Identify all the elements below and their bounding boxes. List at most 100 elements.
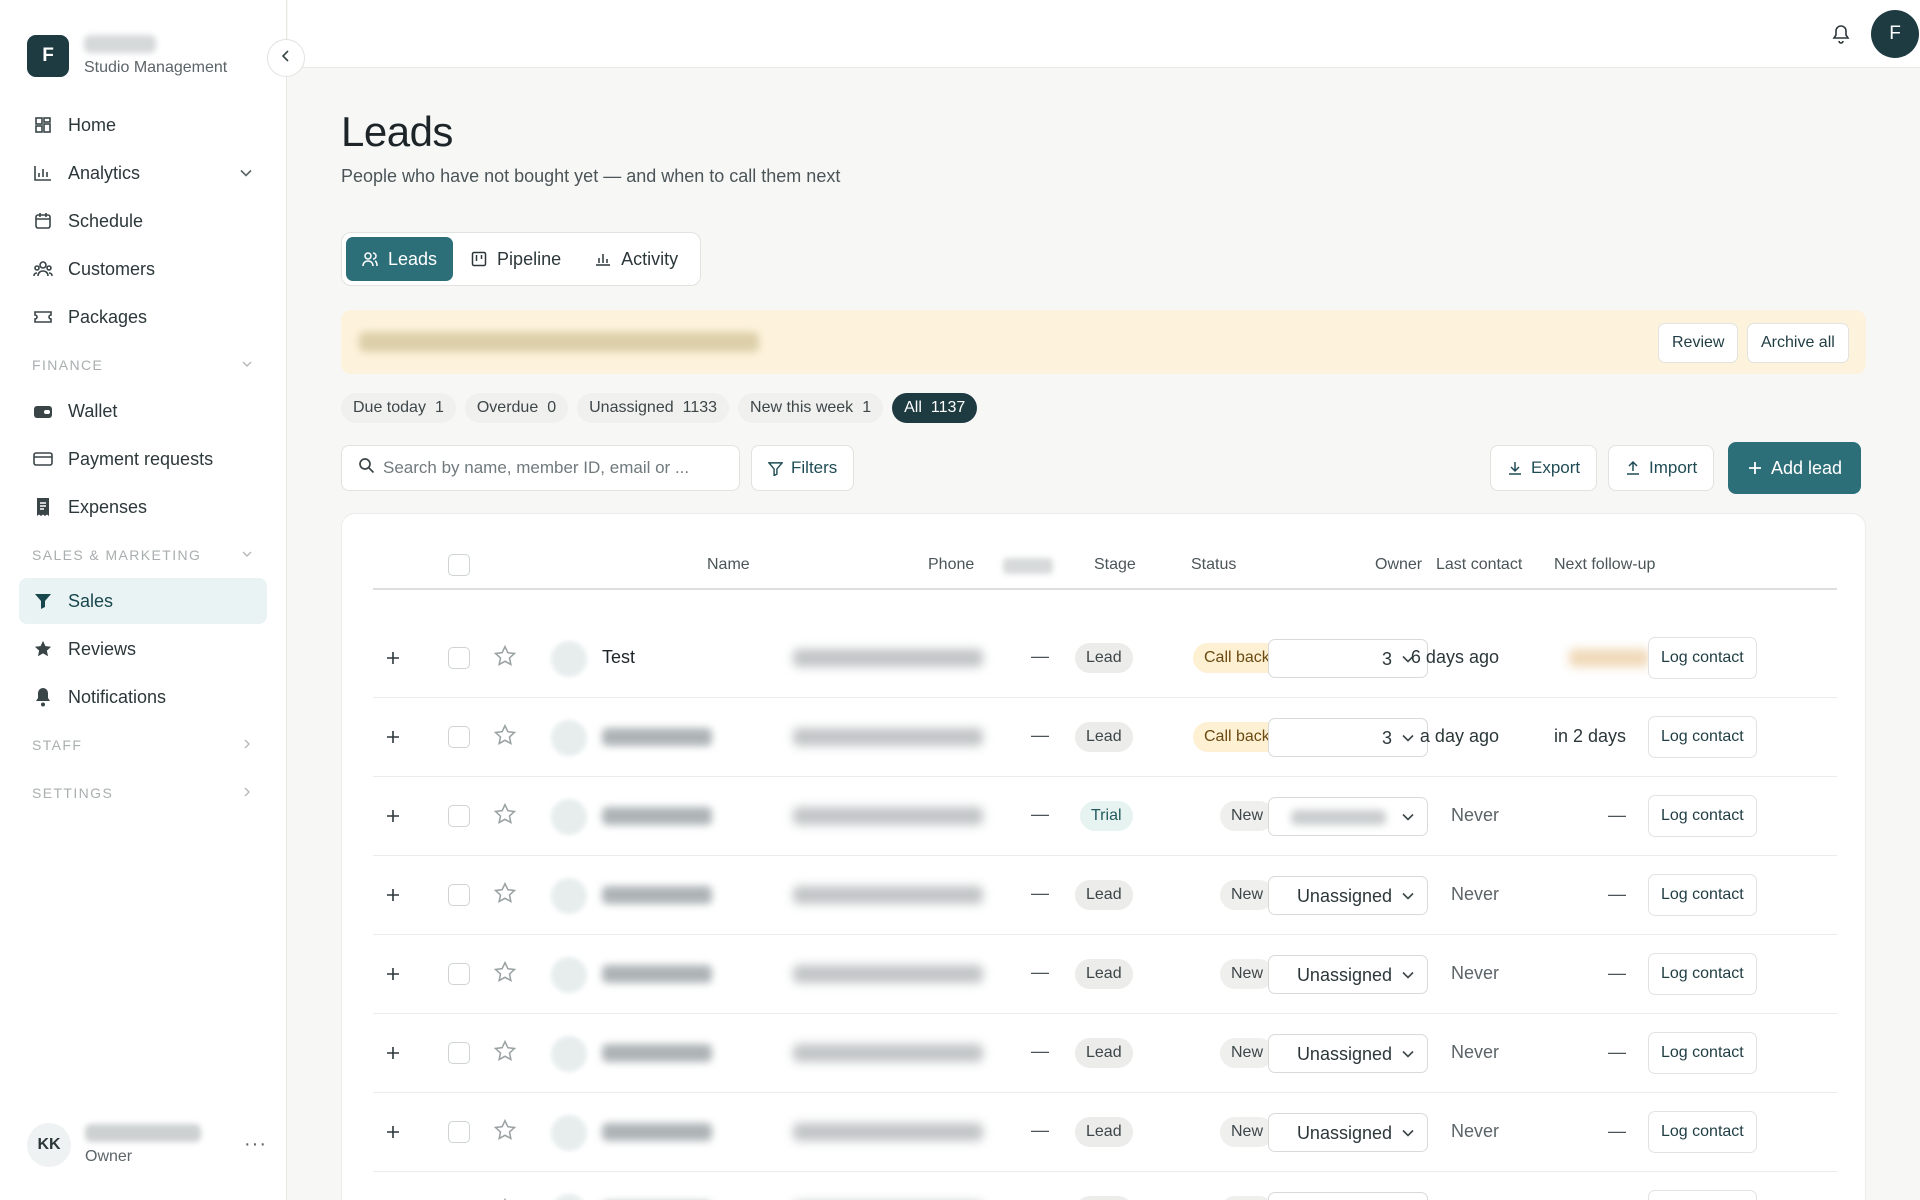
col-phone[interactable]: Phone — [928, 556, 974, 574]
col-status[interactable]: Status — [1191, 556, 1236, 574]
tab-pipeline[interactable]: Pipeline — [455, 237, 577, 281]
star-icon[interactable] — [493, 802, 517, 831]
owner-select[interactable]: Unassigned — [1268, 1192, 1428, 1200]
avatar — [551, 641, 587, 677]
select-all-checkbox[interactable] — [448, 554, 470, 576]
more-icon[interactable]: ··· — [244, 1133, 267, 1156]
account-avatar[interactable]: F — [1871, 10, 1919, 58]
row-checkbox[interactable] — [448, 963, 470, 985]
log-contact-button[interactable]: Log contact — [1648, 795, 1757, 837]
sidebar-item-notifications[interactable]: Notifications — [19, 674, 267, 720]
last-contact: a day ago — [1419, 726, 1499, 746]
lead-name-redacted[interactable] — [602, 1123, 712, 1141]
sidebar-item-reviews[interactable]: Reviews — [19, 626, 267, 672]
avatar — [551, 1036, 587, 1072]
star-icon[interactable] — [493, 960, 517, 989]
last-contact: Never — [1450, 1121, 1499, 1141]
status-badge: New — [1220, 1038, 1275, 1068]
sidebar-item-schedule[interactable]: Schedule — [19, 198, 267, 244]
bell-icon[interactable] — [1832, 24, 1850, 49]
star-icon[interactable] — [493, 881, 517, 910]
table-row[interactable]: —LeadNewUnassignedNever—Log contact — [373, 1172, 1837, 1200]
log-contact-button[interactable]: Log contact — [1648, 1111, 1757, 1153]
sidebar-item-label: Analytics — [68, 162, 141, 183]
row-checkbox[interactable] — [448, 1042, 470, 1064]
sidebar-item-customers[interactable]: Customers — [19, 246, 267, 292]
row-checkbox[interactable] — [448, 1121, 470, 1143]
row-checkbox[interactable] — [448, 726, 470, 748]
expand-icon[interactable] — [385, 646, 401, 672]
chip-due-today[interactable]: Due today 1 — [341, 393, 456, 423]
review-button[interactable]: Review — [1658, 323, 1739, 363]
expand-icon[interactable] — [385, 883, 401, 909]
table-row[interactable]: —LeadNewUnassignedNever—Log contact — [373, 1093, 1837, 1172]
table-row[interactable]: —LeadNewUnassignedNever—Log contact — [373, 856, 1837, 935]
chip-all[interactable]: All 1137 — [892, 393, 978, 423]
chevron-down-icon — [241, 357, 253, 373]
add-lead-button[interactable]: Add lead — [1728, 442, 1862, 494]
brand[interactable]: F Studio Management — [27, 35, 227, 77]
col-stage[interactable]: Stage — [1094, 556, 1136, 574]
chip-overdue[interactable]: Overdue 0 — [464, 393, 569, 423]
last-contact: Never — [1450, 1042, 1499, 1062]
log-contact-button[interactable]: Log contact — [1648, 953, 1757, 995]
log-contact-button[interactable]: Log contact — [1648, 1190, 1757, 1200]
import-button[interactable]: Import — [1608, 445, 1715, 491]
log-contact-button[interactable]: Log contact — [1648, 716, 1757, 758]
row-checkbox[interactable] — [448, 805, 470, 827]
col-last-contact[interactable]: Last contact — [1436, 556, 1522, 574]
expand-icon[interactable] — [385, 804, 401, 830]
col-owner[interactable]: Owner — [1375, 556, 1422, 574]
collapse-sidebar-button[interactable] — [267, 39, 305, 77]
star-icon[interactable] — [493, 1118, 517, 1147]
sidebar-item-expenses[interactable]: Expenses — [19, 484, 267, 530]
table-row[interactable]: Test — Lead Call back 3 6 days ago Log contact — [373, 619, 1837, 698]
row-checkbox[interactable] — [448, 647, 470, 669]
log-contact-button[interactable]: Log contact — [1648, 1032, 1757, 1074]
expand-icon[interactable] — [385, 962, 401, 988]
lead-name-redacted[interactable] — [602, 728, 712, 746]
sidebar-item-payment-requests[interactable]: Payment requests — [19, 436, 267, 482]
chip-new-this-week[interactable]: New this week 1 — [738, 393, 884, 423]
col-next-follow-up[interactable]: Next follow-up — [1554, 556, 1655, 574]
search-input[interactable] — [383, 458, 723, 478]
expand-icon[interactable] — [385, 1120, 401, 1146]
table-row[interactable]: — Lead Call back 3 a day ago in 2 days Log con… — [373, 698, 1837, 777]
chevron-down-icon — [239, 164, 253, 185]
expand-icon[interactable] — [385, 725, 401, 751]
tab-activity[interactable]: Activity — [579, 237, 694, 281]
expand-icon[interactable] — [385, 1041, 401, 1067]
lead-name-redacted[interactable] — [602, 965, 712, 983]
log-contact-button[interactable]: Log contact — [1648, 874, 1757, 916]
filters-button[interactable]: Filters — [751, 445, 855, 491]
sidebar-item-sales[interactable]: Sales — [19, 578, 267, 624]
log-contact-button[interactable]: Log contact — [1648, 637, 1757, 679]
star-icon[interactable] — [493, 644, 517, 673]
sidebar-item-analytics[interactable]: Analytics — [19, 150, 267, 196]
chip-unassigned[interactable]: Unassigned 1133 — [577, 393, 730, 423]
user-profile[interactable]: KK Owner ··· — [27, 1123, 267, 1167]
section-settings[interactable]: SETTINGS — [19, 770, 267, 816]
sidebar-item-wallet[interactable]: Wallet — [19, 388, 267, 434]
star-icon[interactable] — [493, 1039, 517, 1068]
sidebar-item-packages[interactable]: Packages — [19, 294, 267, 340]
table-row[interactable]: — Trial New Never — Log contact — [373, 777, 1837, 856]
table-row[interactable]: —LeadNewUnassignedNever—Log contact — [373, 935, 1837, 1014]
sidebar-item-home[interactable]: Home — [19, 102, 267, 148]
section-sales-marketing[interactable]: SALES & MARKETING — [19, 532, 267, 578]
lead-name-redacted[interactable] — [602, 807, 712, 825]
archive-all-button[interactable]: Archive all — [1747, 323, 1849, 363]
table-row[interactable]: —LeadNewUnassignedNever—Log contact — [373, 1014, 1837, 1093]
lead-name-redacted[interactable] — [602, 886, 712, 904]
col-name[interactable]: Name — [707, 556, 750, 574]
export-button[interactable]: Export — [1490, 445, 1598, 491]
row-checkbox[interactable] — [448, 884, 470, 906]
chip-count: 1137 — [930, 399, 966, 416]
section-staff[interactable]: STAFF — [19, 722, 267, 768]
lead-name-redacted[interactable] — [602, 1044, 712, 1062]
tab-leads[interactable]: Leads — [346, 237, 454, 281]
stage-badge: Lead — [1075, 643, 1133, 673]
star-icon[interactable] — [493, 723, 517, 752]
section-finance[interactable]: FINANCE — [19, 342, 267, 388]
lead-name[interactable]: Test — [602, 647, 635, 668]
